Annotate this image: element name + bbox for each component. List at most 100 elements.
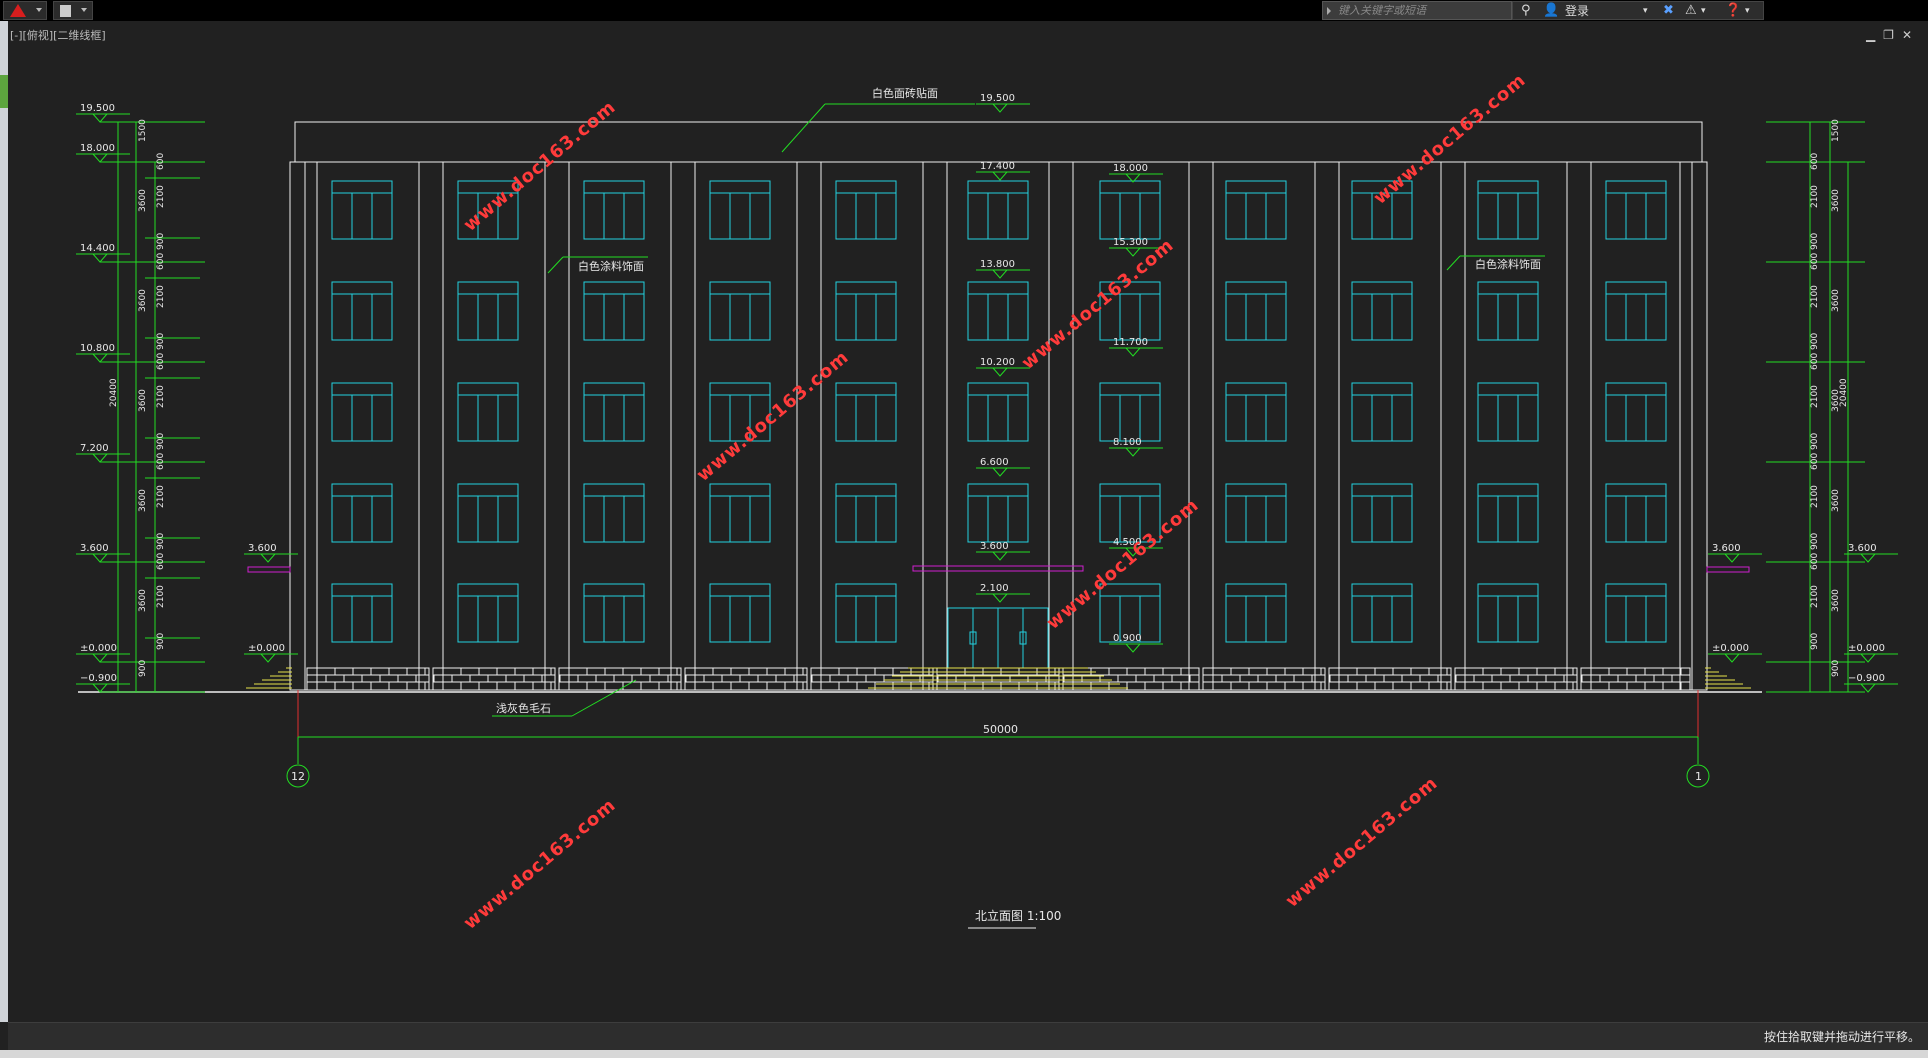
window — [457, 583, 519, 643]
help-icon[interactable]: ❓ — [1725, 3, 1741, 19]
window — [583, 483, 645, 543]
note-leader — [571, 679, 637, 717]
cad-drawing-canvas[interactable]: 19.500 18.000 14.400 10.800 7.200 3.600 ±0.000… — [0, 0, 1928, 1058]
dimension-value: 900 — [1810, 633, 1820, 650]
dimension-value: 900 — [156, 633, 166, 650]
level-label: 7.200 — [80, 443, 109, 454]
dimension-value: 3600 — [1831, 589, 1841, 612]
note-leader — [781, 103, 826, 153]
infocenter-toolbar: ⚲ 👤 登录 ▾ ✖ ⚠ ▾ ❓ ▾ — [1512, 1, 1764, 20]
window — [583, 382, 645, 442]
window — [583, 180, 645, 240]
chevron-down-icon[interactable]: ▾ — [1643, 3, 1648, 19]
binoculars-icon[interactable]: ⚲ — [1521, 3, 1531, 19]
window — [1225, 483, 1287, 543]
stone-base — [1328, 667, 1452, 691]
wall-finish-note: 白色涂料饰面 — [1475, 257, 1541, 271]
minimize-icon[interactable]: ▁ — [1866, 28, 1883, 42]
level-label-marker — [992, 367, 1009, 377]
window — [835, 382, 897, 442]
application-menu-button[interactable] — [3, 1, 47, 20]
dimension-value: 1500 — [1831, 119, 1841, 142]
document-icon — [60, 5, 71, 17]
level-label-marker — [1125, 447, 1142, 457]
level-label-marker — [92, 353, 109, 363]
status-message: 按住拾取键并拖动进行平移。 — [1763, 1030, 1920, 1044]
dimension-value: 3600 — [138, 489, 148, 512]
level-label: 18.000 — [1113, 163, 1148, 174]
grid-axis-label: 12 — [291, 770, 305, 783]
window — [1605, 483, 1667, 543]
watermarks: www.doc163.com www.doc163.com www.doc163.c… — [460, 70, 1530, 934]
window — [709, 281, 771, 341]
level-label: 3.600 — [1712, 543, 1741, 554]
level-label-marker — [1724, 653, 1741, 663]
network-icon[interactable]: ⚠ — [1685, 3, 1697, 19]
dimension-value: 2100 — [1810, 385, 1820, 408]
chevron-down-icon[interactable]: ▾ — [1701, 3, 1706, 19]
window — [835, 281, 897, 341]
window — [1099, 382, 1161, 442]
window — [331, 483, 393, 543]
login-button[interactable]: 登录 — [1565, 3, 1589, 19]
title-bar: 键入关键字或短语 ⚲ 👤 登录 ▾ ✖ ⚠ ▾ ❓ ▾ — [0, 0, 1928, 21]
watermark-text: www.doc163.com — [1370, 70, 1530, 209]
user-icon[interactable]: 👤 — [1543, 3, 1559, 19]
chevron-down-icon[interactable]: ▾ — [1745, 3, 1750, 19]
dimension-value: 900 — [156, 333, 166, 350]
watermark-text: www.doc163.com — [1043, 495, 1203, 634]
dimension-value: 2100 — [1810, 285, 1820, 308]
window-bottom-edge — [0, 1050, 1928, 1058]
dimension-value: 600 — [1810, 353, 1820, 370]
level-label: 10.800 — [80, 343, 115, 354]
level-label-marker — [992, 171, 1009, 181]
window — [1351, 483, 1413, 543]
window — [1225, 382, 1287, 442]
dimension-value: 3600 — [138, 389, 148, 412]
stone-base — [810, 667, 934, 691]
level-label: 19.500 — [80, 103, 115, 114]
exchange-icon[interactable]: ✖ — [1663, 3, 1674, 19]
window — [709, 180, 771, 240]
level-label: 0.900 — [1113, 633, 1142, 644]
stone-base — [558, 667, 682, 691]
level-label-marker — [992, 551, 1009, 561]
level-label: 3.600 — [1848, 543, 1877, 554]
dimension-value: 2100 — [156, 285, 166, 308]
side-canopy-right — [1706, 566, 1750, 573]
level-label-marker — [260, 553, 277, 563]
dimension-value: 2100 — [1810, 185, 1820, 208]
level-label: 6.600 — [980, 457, 1009, 468]
level-label-marker — [1125, 247, 1142, 257]
search-input[interactable]: 键入关键字或短语 — [1322, 1, 1512, 20]
level-label-marker — [1860, 683, 1877, 693]
parapet — [294, 121, 1703, 163]
dimension-value: 600 — [156, 353, 166, 370]
window — [583, 281, 645, 341]
dimension-value: 600 — [156, 453, 166, 470]
material-notes: 白色面砖贴面白色涂料饰面 白色涂料饰面浅灰色毛石北立面图 1:100 — [492, 86, 1545, 929]
window — [1605, 281, 1667, 341]
level-label: −0.900 — [80, 673, 117, 684]
entrance-canopy — [912, 565, 1084, 572]
stone-base — [936, 667, 1060, 691]
level-label-marker — [992, 103, 1009, 113]
level-label: 3.600 — [248, 543, 277, 554]
window — [967, 281, 1029, 341]
window — [1225, 281, 1287, 341]
watermark-text: www.doc163.com — [460, 795, 620, 934]
restore-icon[interactable]: ❐ — [1883, 28, 1902, 42]
level-label: 11.700 — [1113, 337, 1148, 348]
roof-finish-note: 白色面砖贴面 — [872, 86, 938, 100]
dimension-value: 900 — [156, 533, 166, 550]
level-label-marker — [92, 683, 109, 693]
level-label-marker — [992, 269, 1009, 279]
viewport-controls-label[interactable]: [-][俯视][二维线框] — [10, 27, 106, 43]
quick-access-toolbar[interactable] — [53, 1, 93, 20]
palette-tab[interactable] — [0, 75, 8, 108]
window — [457, 281, 519, 341]
dimension-value: 3600 — [1831, 289, 1841, 312]
window — [967, 382, 1029, 442]
close-icon[interactable]: ✕ — [1902, 28, 1920, 42]
level-label: 13.800 — [980, 259, 1015, 270]
